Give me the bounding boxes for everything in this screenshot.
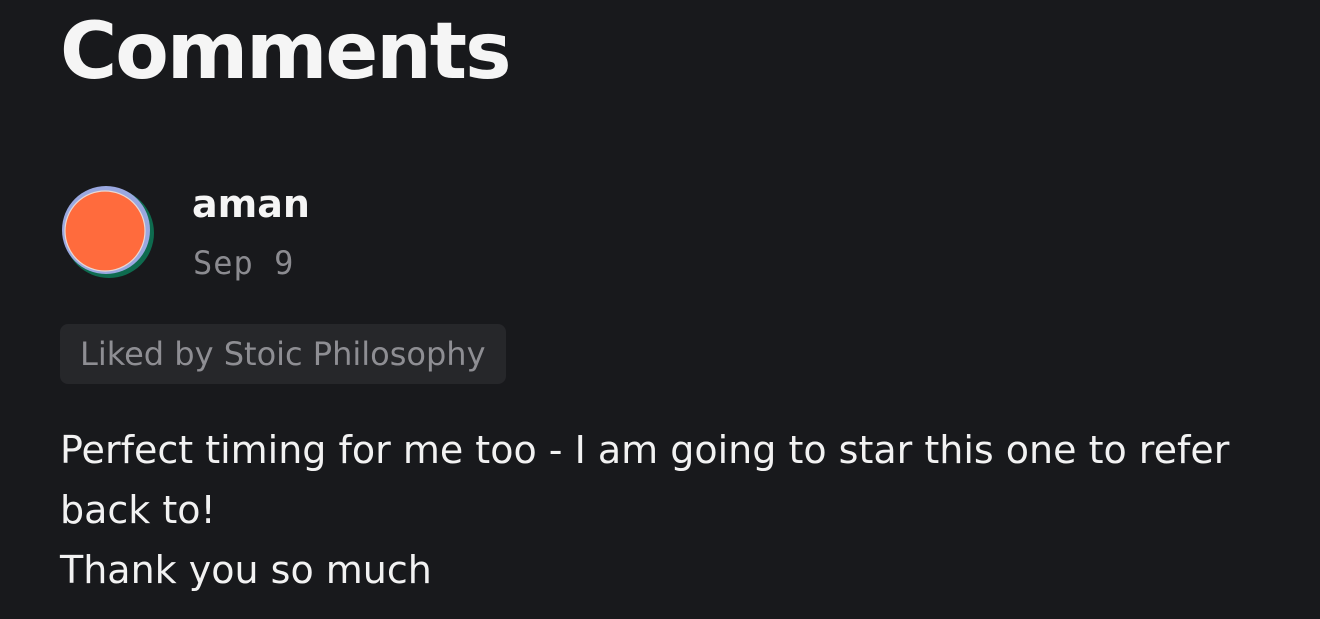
avatar-graphic: [62, 186, 154, 278]
comment-date[interactable]: Sep 9: [193, 245, 294, 281]
comment-body-line: Perfect timing for me too - I am going t…: [60, 428, 1230, 532]
comment-body-line: Thank you so much: [60, 548, 432, 592]
page-title: Comments: [60, 7, 512, 97]
comment-author[interactable]: aman: [192, 184, 310, 224]
user-avatar-icon[interactable]: [60, 184, 156, 280]
comment-body: Perfect timing for me too - I am going t…: [60, 420, 1240, 600]
liked-by-badge: Liked by Stoic Philosophy: [60, 324, 506, 384]
comments-page: Comments aman Sep 9 Liked by Stoic Philo…: [0, 0, 1320, 619]
